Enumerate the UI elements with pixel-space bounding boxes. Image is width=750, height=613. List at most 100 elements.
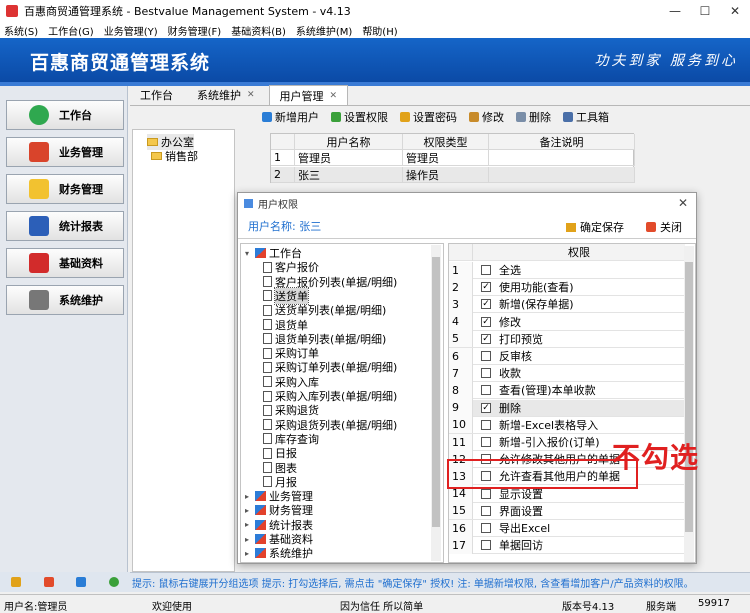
tab-2[interactable]: 用户管理 ✕ xyxy=(268,85,349,105)
nav-button-4[interactable]: 基础资料 xyxy=(6,248,124,278)
grid-cell[interactable]: 操作员 xyxy=(403,167,489,183)
menu-item[interactable]: 系统(S) xyxy=(4,23,38,38)
gear-icon xyxy=(29,290,49,310)
toolbar-button-1[interactable]: 设置权限 xyxy=(331,109,388,125)
perm-checkbox[interactable]: ✓ xyxy=(481,316,491,327)
tab-close-icon[interactable]: ✕ xyxy=(330,91,338,101)
perm-row-number: 10 xyxy=(449,416,473,434)
perm-label: 使用功能(查看) xyxy=(499,281,574,295)
document-icon xyxy=(263,290,272,302)
menu-item[interactable]: 基础资料(B) xyxy=(231,23,286,38)
perm-checkbox[interactable]: ✓ xyxy=(481,402,491,413)
module-icon xyxy=(255,548,266,559)
nav-button-1[interactable]: 业务管理 xyxy=(6,137,124,167)
expand-arrow-icon[interactable]: ▾ xyxy=(245,249,251,258)
perm-row[interactable]: 8 查看(管理)本单收款 xyxy=(449,381,685,400)
confirm-save-button[interactable]: 确定保存 xyxy=(566,219,624,235)
toolbar-label: 新增用户 xyxy=(275,111,319,124)
perm-checkbox[interactable]: ✓ xyxy=(481,333,491,344)
toolbar-button-0[interactable]: 新增用户 xyxy=(262,109,319,125)
tree-scroll-thumb[interactable] xyxy=(432,257,440,527)
grid-cell[interactable]: 管理员 xyxy=(295,150,403,166)
perm-row[interactable]: 10 新增-Excel表格导入 xyxy=(449,416,685,434)
module-icon xyxy=(255,248,266,258)
perm-checkbox[interactable] xyxy=(481,265,491,275)
grid-cell[interactable] xyxy=(489,167,635,183)
expand-arrow-icon[interactable]: ▸ xyxy=(245,535,251,544)
perm-header: 权限 xyxy=(449,244,685,261)
perm-checkbox[interactable] xyxy=(481,351,491,361)
toolbar-button-3[interactable]: 修改 xyxy=(469,109,504,125)
back-icon[interactable] xyxy=(108,577,119,587)
perm-checkbox[interactable]: ✓ xyxy=(481,299,491,310)
expand-arrow-icon[interactable]: ▸ xyxy=(245,520,251,529)
folder-icon xyxy=(147,138,158,146)
grid-cell[interactable]: 1 xyxy=(271,150,295,166)
perm-checkbox[interactable] xyxy=(481,437,491,447)
minimize-button[interactable]: — xyxy=(660,4,690,18)
menu-item[interactable]: 财务管理(F) xyxy=(168,23,222,38)
perm-label: 新增-Excel表格导入 xyxy=(499,418,599,432)
grid-cell[interactable] xyxy=(489,150,635,166)
perm-checkbox[interactable] xyxy=(481,523,491,533)
perm-row-number: 6 xyxy=(449,347,473,365)
perm-row[interactable]: 3 ✓ 新增(保存单据) xyxy=(449,295,685,314)
nav-button-2[interactable]: 财务管理 xyxy=(6,174,124,204)
perm-scrollbar[interactable] xyxy=(684,246,694,562)
nav-button-5[interactable]: 系统维护 xyxy=(6,285,124,315)
menu-item[interactable]: 业务管理(Y) xyxy=(104,23,158,38)
perm-scroll-thumb[interactable] xyxy=(685,262,693,532)
tab-close-icon[interactable]: ✕ xyxy=(247,90,255,100)
perm-checkbox[interactable] xyxy=(481,385,491,396)
grid-cell[interactable]: 2 xyxy=(271,167,295,183)
expand-arrow-icon[interactable]: ▸ xyxy=(245,492,251,501)
perm-row-number: 16 xyxy=(449,519,473,537)
nav-label: 统计报表 xyxy=(59,220,103,233)
grid-cell[interactable]: 张三 xyxy=(295,167,403,183)
toolbar-button-2[interactable]: 设置密码 xyxy=(400,109,457,125)
perm-row-number: 15 xyxy=(449,502,473,520)
toolbar-button-4[interactable]: 删除 xyxy=(516,109,551,125)
grid-cell[interactable]: 管理员 xyxy=(403,150,489,166)
perm-checkbox[interactable] xyxy=(481,419,491,430)
perm-checkbox[interactable] xyxy=(481,368,491,379)
perm-checkbox[interactable]: ✓ xyxy=(481,282,491,293)
perm-row[interactable]: 4 ✓ 修改 xyxy=(449,313,685,331)
perm-checkbox[interactable] xyxy=(481,505,491,516)
lock-icon xyxy=(400,112,410,122)
info-icon[interactable] xyxy=(43,577,54,587)
expand-arrow-icon[interactable]: ▸ xyxy=(245,506,251,515)
perm-row[interactable]: 6 反审核 xyxy=(449,347,685,365)
toolbar-button-5[interactable]: 工具箱 xyxy=(563,109,609,125)
tab-label: 系统维护 xyxy=(197,89,241,102)
perm-row[interactable]: 17 单据回访 xyxy=(449,536,685,555)
perm-checkbox[interactable] xyxy=(481,488,491,499)
dialog-user-label: 用户名称: 张三 xyxy=(248,219,322,233)
perm-row[interactable]: 9 ✓ 删除 xyxy=(449,399,685,417)
perm-row[interactable]: 2 ✓ 使用功能(查看) xyxy=(449,278,685,297)
perm-row[interactable]: 5 ✓ 打印预览 xyxy=(449,330,685,348)
tab-1[interactable]: 系统维护 ✕ xyxy=(187,85,265,105)
edit-icon[interactable] xyxy=(11,577,22,587)
search-icon[interactable] xyxy=(76,577,87,587)
tree-scrollbar[interactable] xyxy=(431,245,441,561)
perm-row[interactable]: 15 界面设置 xyxy=(449,502,685,520)
perm-checkbox[interactable] xyxy=(481,540,491,551)
dialog-close-icon[interactable]: ✕ xyxy=(678,196,688,210)
dialog-close-button[interactable]: 关闭 xyxy=(646,219,682,235)
menu-item[interactable]: 帮助(H) xyxy=(362,23,397,38)
menu-item[interactable]: 系统维护(M) xyxy=(296,23,352,38)
tab-0[interactable]: 工作台 xyxy=(130,85,183,105)
toolbar-label: 设置密码 xyxy=(413,111,457,124)
nav-button-0[interactable]: 工作台 xyxy=(6,100,124,130)
perm-row[interactable]: 1 全选 xyxy=(449,261,685,279)
menu-item[interactable]: 工作台(G) xyxy=(48,23,94,38)
close-window-button[interactable]: ✕ xyxy=(720,4,750,18)
perm-row[interactable]: 16 导出Excel xyxy=(449,519,685,537)
perm-row[interactable]: 7 收款 xyxy=(449,364,685,383)
dept-node[interactable]: 销售部 xyxy=(151,148,198,164)
nav-button-3[interactable]: 统计报表 xyxy=(6,211,124,241)
maximize-button[interactable]: ☐ xyxy=(690,4,720,18)
tree-node[interactable]: ▸ 系统维护 xyxy=(245,545,313,561)
expand-arrow-icon[interactable]: ▸ xyxy=(245,549,251,558)
